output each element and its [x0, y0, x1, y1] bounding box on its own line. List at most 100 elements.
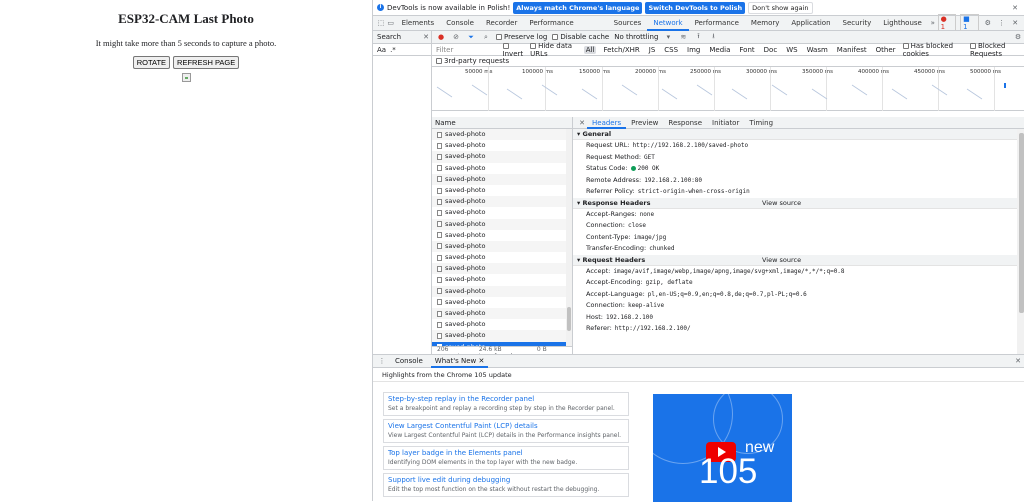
request-headers-section-header[interactable]: ▾ Request Headers View source — [573, 254, 1024, 266]
filter-icon[interactable]: ⏷ — [466, 32, 476, 42]
throttling-select[interactable]: No throttling — [614, 33, 658, 41]
name-column-header[interactable]: Name — [432, 117, 572, 129]
close-search-icon[interactable]: ✕ — [421, 32, 431, 42]
tab-response[interactable]: Response — [663, 117, 707, 129]
filter-type-doc[interactable]: Doc — [762, 46, 780, 54]
filter-type-fetch-xhr[interactable]: Fetch/XHR — [601, 46, 641, 54]
feature-title[interactable]: Step-by-step replay in the Recorder pane… — [388, 395, 624, 403]
request-row[interactable]: saved-photo — [432, 129, 572, 141]
hide-data-urls-checkbox[interactable]: Hide data URLs — [530, 42, 579, 58]
close-drawer-icon[interactable]: ✕ — [1015, 356, 1024, 366]
network-overview[interactable]: 50000 ms 100000 ms 150000 ms 200000 ms 2… — [432, 67, 1024, 111]
tab-lighthouse[interactable]: Lighthouse — [877, 16, 928, 31]
disable-cache-checkbox[interactable]: Disable cache — [552, 33, 609, 41]
match-language-button[interactable]: Always match Chrome's language — [513, 1, 643, 14]
details-scrollbar[interactable] — [1017, 129, 1024, 359]
refresh-page-button[interactable]: REFRESH PAGE — [173, 56, 240, 69]
request-row[interactable]: saved-photo — [432, 308, 572, 320]
network-conditions-icon[interactable]: ≋ — [678, 32, 688, 42]
request-row[interactable]: saved-photo — [432, 151, 572, 163]
request-row[interactable]: saved-photo — [432, 240, 572, 253]
tab-sources[interactable]: Sources — [608, 16, 648, 31]
tab-initiator[interactable]: Initiator — [707, 117, 744, 129]
request-row[interactable]: saved-photo — [432, 196, 572, 208]
feature-title[interactable]: View Largest Contentful Paint (LCP) deta… — [388, 422, 624, 430]
scrollbar-thumb[interactable] — [567, 307, 571, 331]
feature-card[interactable]: Step-by-step replay in the Recorder pane… — [383, 392, 629, 416]
response-headers-section-header[interactable]: ▾ Response Headers View source — [573, 197, 1024, 209]
drawer-menu-icon[interactable]: ⋮ — [377, 356, 387, 366]
request-row[interactable]: saved-photo — [432, 173, 572, 185]
error-badge[interactable]: ● 1 — [937, 14, 957, 32]
filter-type-other[interactable]: Other — [874, 46, 898, 54]
filter-type-img[interactable]: Img — [685, 46, 702, 54]
request-row[interactable]: saved-photo — [432, 297, 572, 308]
filter-type-ws[interactable]: WS — [784, 46, 799, 54]
scrollbar-thumb[interactable] — [1019, 133, 1024, 313]
chrome-105-video-thumbnail[interactable]: new 105 — [653, 394, 792, 502]
blocked-cookies-checkbox[interactable]: Has blocked cookies — [902, 42, 965, 58]
tab-application[interactable]: Application — [785, 16, 836, 31]
message-badge[interactable]: ■ 1 — [960, 14, 979, 32]
filter-input[interactable]: Filter — [436, 46, 498, 54]
device-toolbar-icon[interactable]: ▭ — [386, 18, 396, 28]
feature-title[interactable]: Top layer badge in the Elements panel — [388, 449, 624, 457]
filter-type-js[interactable]: JS — [647, 46, 658, 54]
more-options-icon[interactable]: ⋮ — [997, 18, 1007, 28]
tab-timing[interactable]: Timing — [744, 117, 778, 129]
request-row[interactable]: saved-photo — [432, 319, 572, 330]
filter-type-all[interactable]: All — [583, 45, 597, 54]
filter-type-wasm[interactable]: Wasm — [805, 46, 830, 54]
tab-console[interactable]: Console — [440, 16, 480, 31]
dont-show-again-button[interactable]: Don't show again — [748, 1, 813, 14]
drawer-tab-whats-new[interactable]: What's New ✕ — [430, 355, 489, 368]
third-party-checkbox[interactable]: 3rd-party requests — [432, 56, 1024, 67]
feature-card[interactable]: View Largest Contentful Paint (LCP) deta… — [383, 419, 629, 443]
tab-recorder[interactable]: Recorder — [480, 16, 523, 31]
request-list-scrollbar[interactable] — [566, 129, 572, 346]
inspect-icon[interactable]: ⬚ — [376, 18, 386, 28]
clear-icon[interactable]: ⊘ — [451, 32, 461, 42]
rotate-button[interactable]: ROTATE — [132, 56, 171, 69]
filter-type-font[interactable]: Font — [737, 46, 756, 54]
request-row[interactable]: saved-photo — [432, 274, 572, 285]
tab-elements[interactable]: Elements — [396, 16, 441, 31]
feature-title[interactable]: Support live edit during debugging — [388, 476, 624, 484]
record-icon[interactable]: ● — [436, 32, 446, 42]
filter-type-manifest[interactable]: Manifest — [835, 46, 869, 54]
tab-network[interactable]: Network — [647, 16, 689, 31]
gear-icon[interactable]: ⚙ — [983, 18, 993, 28]
tab-memory[interactable]: Memory — [745, 16, 785, 31]
match-case-toggle[interactable]: Aa — [377, 46, 386, 54]
request-row[interactable]: saved-photo — [432, 285, 572, 297]
regex-toggle[interactable]: .* — [390, 46, 396, 54]
more-tabs-icon[interactable]: » — [928, 18, 938, 28]
filter-type-media[interactable]: Media — [707, 46, 732, 54]
filter-type-css[interactable]: CSS — [662, 46, 680, 54]
close-devtools-icon[interactable]: ✕ — [1010, 18, 1020, 28]
export-icon[interactable]: ⭳ — [708, 32, 718, 42]
close-tab-icon[interactable]: ✕ — [479, 357, 485, 365]
switch-polish-button[interactable]: Switch DevTools to Polish — [645, 1, 746, 14]
feature-card[interactable]: Support live edit during debugging Edit … — [383, 473, 629, 497]
request-row[interactable]: saved-photo — [432, 163, 572, 174]
drawer-tab-console[interactable]: Console — [391, 355, 427, 368]
import-icon[interactable]: ⭱ — [693, 32, 703, 42]
tab-performance[interactable]: Performance — [689, 16, 745, 31]
view-source-link[interactable]: View source — [762, 198, 801, 209]
request-row[interactable]: saved-photo — [432, 230, 572, 241]
search-icon[interactable]: ⌕ — [481, 32, 491, 42]
request-row[interactable]: saved-photo — [432, 207, 572, 218]
invert-checkbox[interactable]: Invert — [502, 42, 526, 58]
feature-card[interactable]: Top layer badge in the Elements panel Id… — [383, 446, 629, 470]
request-row[interactable]: saved-photo — [432, 185, 572, 196]
request-row[interactable]: saved-photo — [432, 263, 572, 275]
close-icon[interactable]: ✕ — [1010, 3, 1020, 13]
blocked-requests-checkbox[interactable]: Blocked Requests — [969, 42, 1024, 58]
tab-security[interactable]: Security — [837, 16, 878, 31]
request-row[interactable]: saved-photo — [432, 140, 572, 151]
request-row-selected[interactable]: saved-photo — [432, 341, 572, 346]
view-source-link[interactable]: View source — [762, 255, 801, 266]
request-row[interactable]: saved-photo — [432, 330, 572, 342]
request-row[interactable]: saved-photo — [432, 252, 572, 263]
